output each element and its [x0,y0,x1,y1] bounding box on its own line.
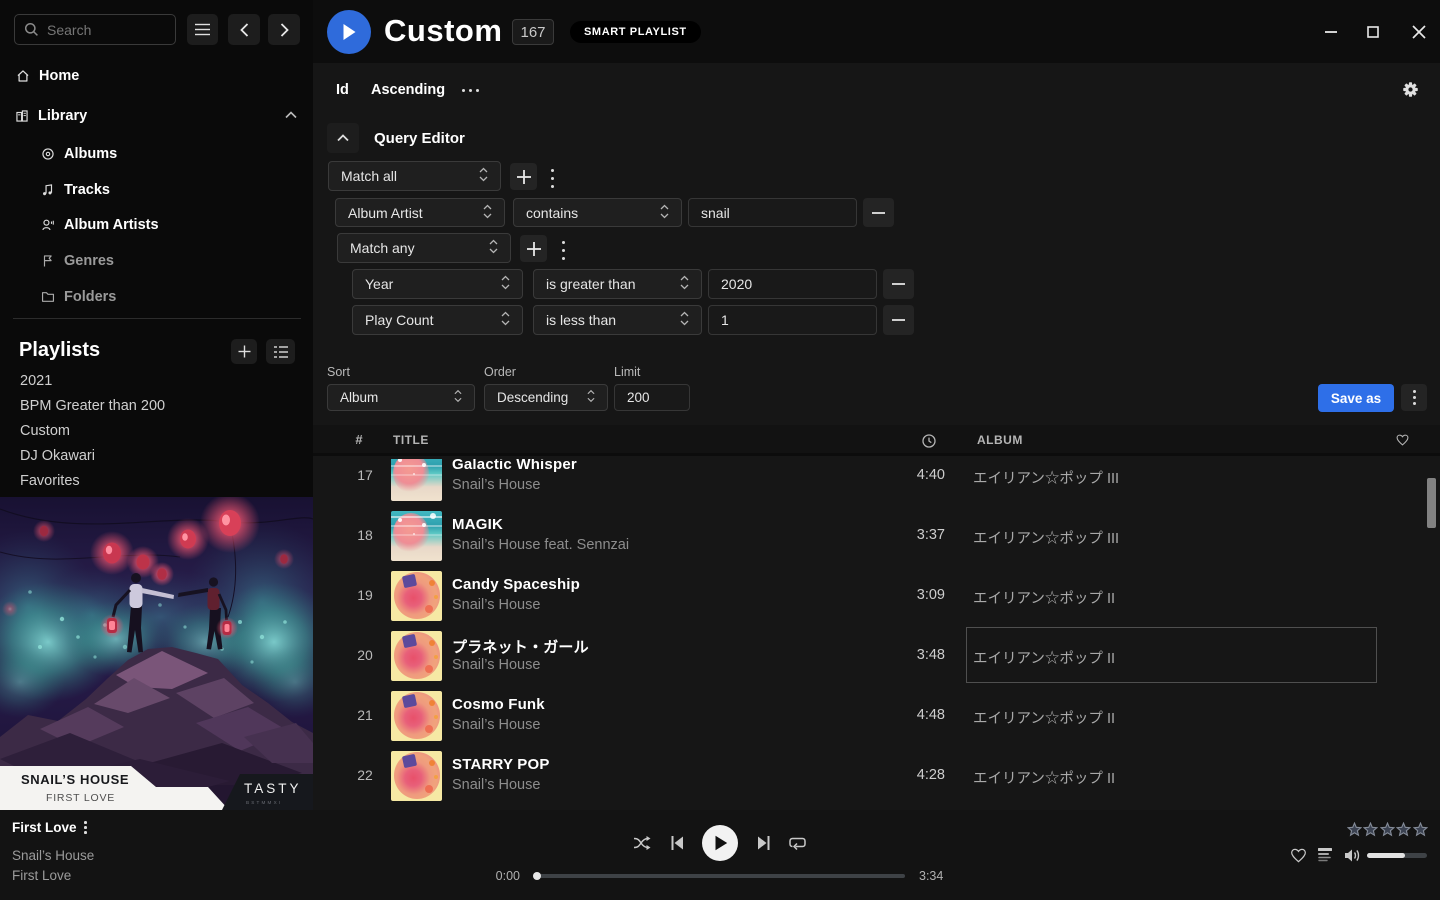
svg-text:TASTY: TASTY [244,781,302,796]
svg-text:BSTMMXI: BSTMMXI [246,800,282,805]
svg-text:FIRST LOVE: FIRST LOVE [46,792,115,804]
svg-text:SNAIL’S HOUSE: SNAIL’S HOUSE [21,772,129,787]
